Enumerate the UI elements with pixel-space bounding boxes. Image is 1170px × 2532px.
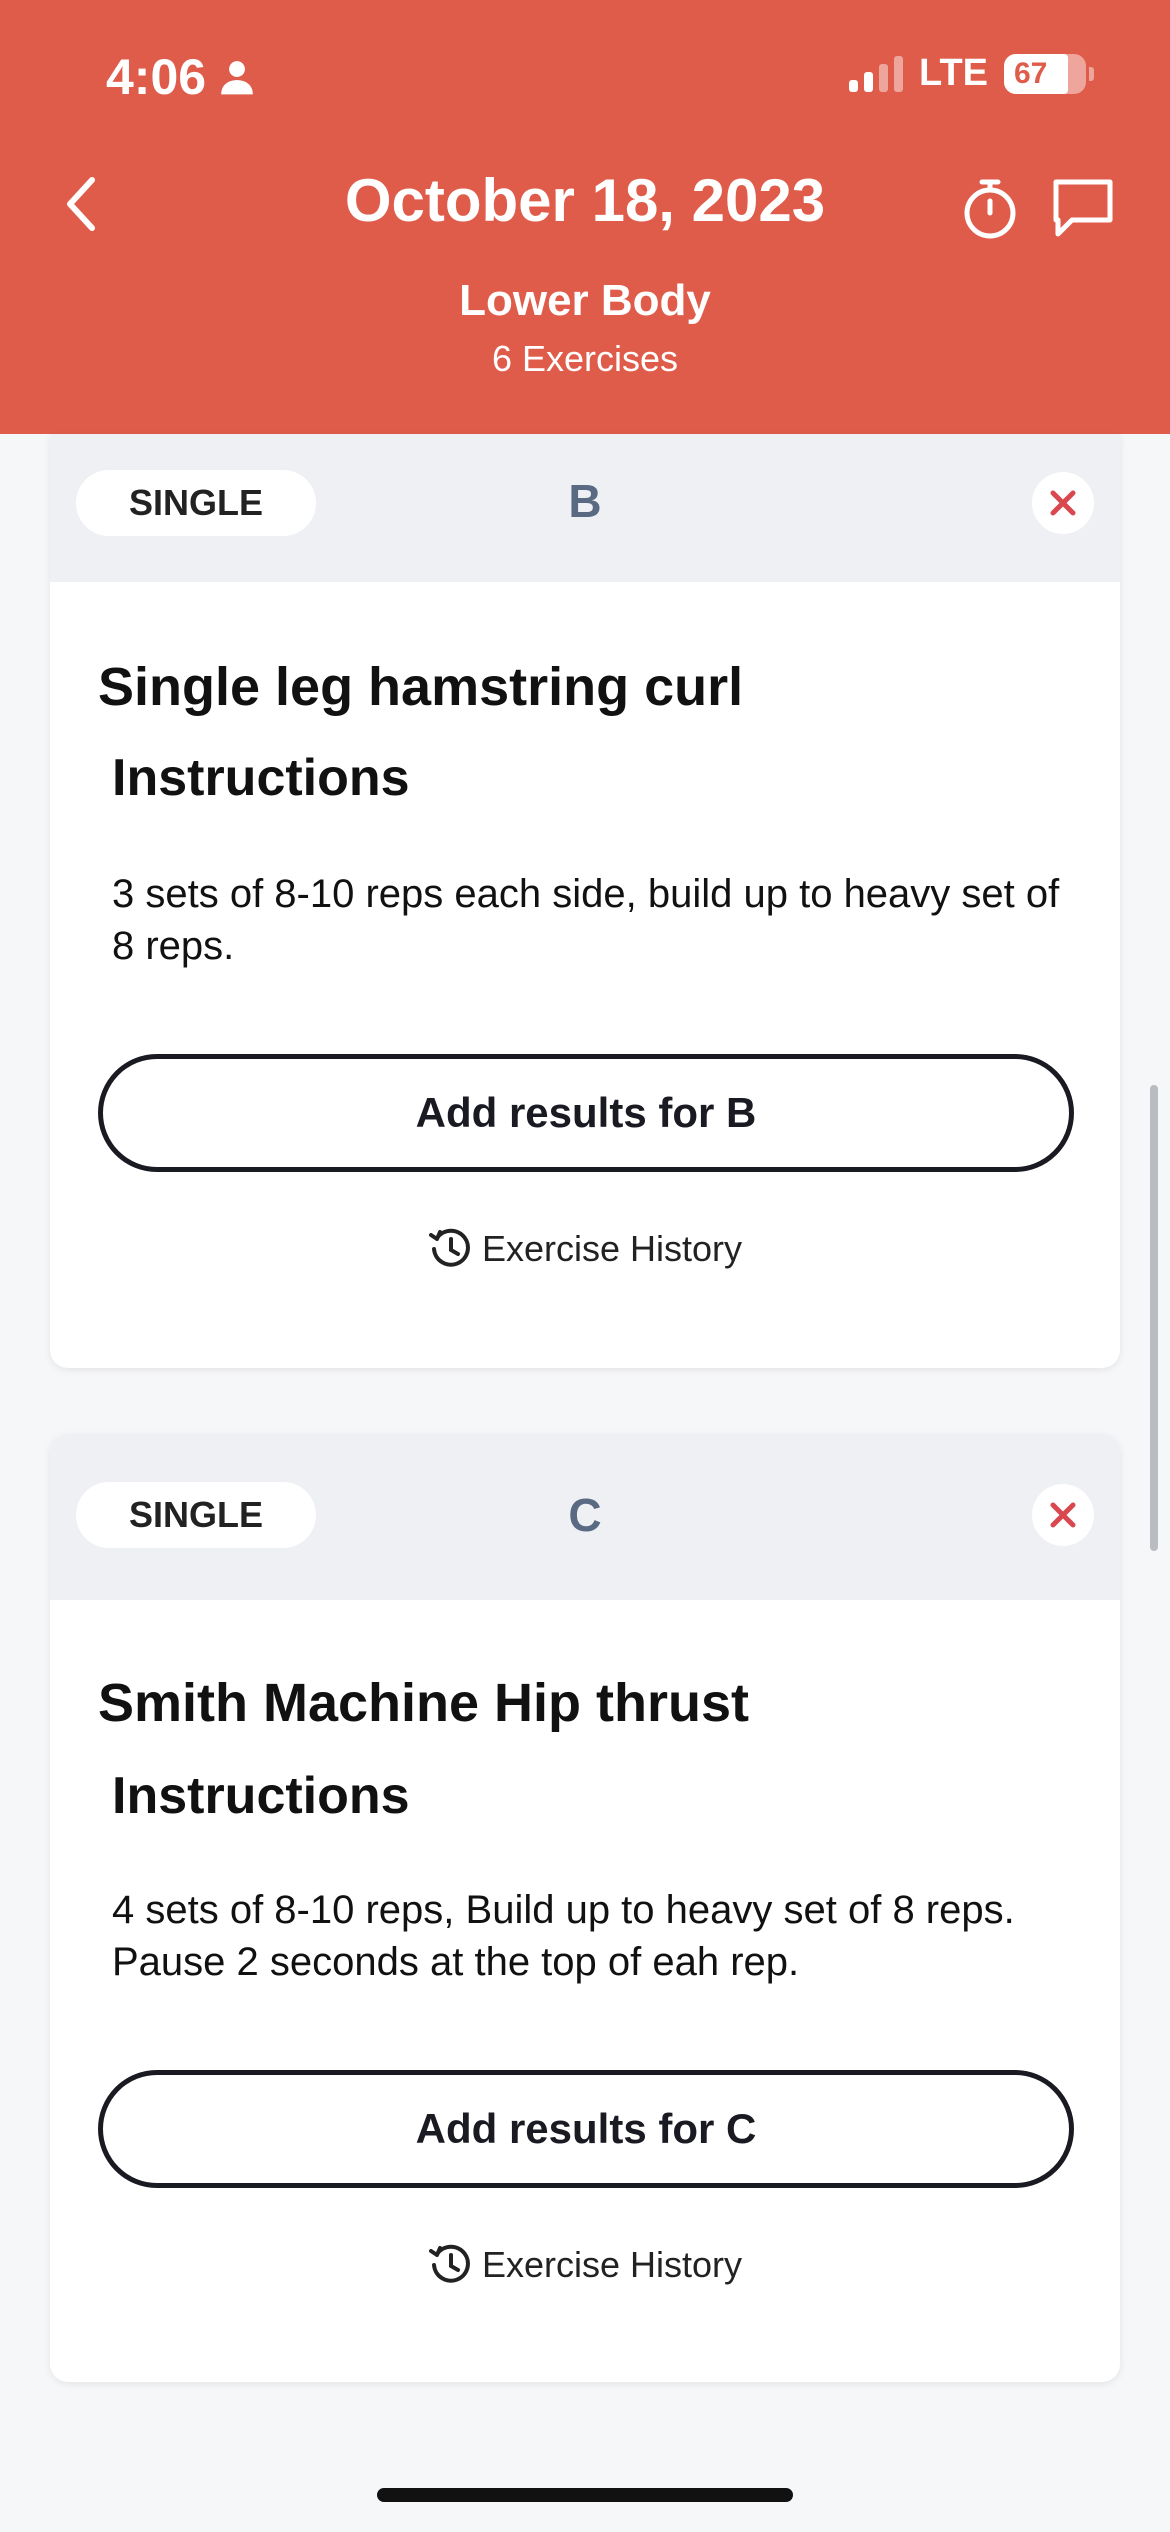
history-icon [428, 2244, 470, 2283]
status-bar-time: 4:06 [106, 48, 256, 106]
instructions-text: 3 sets of 8-10 reps each side, build up … [112, 872, 1060, 968]
exercise-name: Single leg hamstring curl [98, 657, 744, 717]
exercise-name: Smith Machine Hip thrust [98, 1673, 750, 1733]
instructions-text: 4 sets of 8-10 reps, Build up to heavy s… [112, 1888, 1015, 1984]
exercise-history-link[interactable]: Exercise History [50, 2242, 1120, 2288]
exercise-history-link[interactable]: Exercise History [50, 1226, 1120, 1272]
battery-percent: 67 [1014, 56, 1048, 90]
exercise-count: 6 Exercises [491, 338, 679, 379]
status-bar-indicators: LTE 67 [849, 52, 1094, 95]
add-results-button[interactable]: Add results for B [98, 1054, 1074, 1172]
exercise-card-b: SINGLE B Single leg hamstring curl Instr… [50, 434, 1120, 1368]
battery-icon: 67 [1004, 53, 1094, 94]
exercise-history-label: Exercise History [481, 1228, 743, 1269]
scrollbar[interactable] [1150, 1085, 1158, 1551]
instructions-heading: Instructions [112, 749, 410, 807]
chat-bubble-icon [1053, 179, 1113, 237]
workout-name: Lower Body [459, 276, 711, 325]
stopwatch-icon [964, 179, 1016, 239]
person-icon [221, 61, 253, 95]
remove-exercise-button[interactable] [1032, 472, 1094, 534]
card-header: SINGLE C [50, 1434, 1120, 1600]
instructions-heading: Instructions [112, 1767, 410, 1825]
close-icon [1050, 490, 1076, 516]
exercise-card-c: SINGLE C Smith Machine Hip thrust Instru… [50, 1434, 1120, 2382]
home-indicator[interactable] [377, 2488, 793, 2502]
card-header: SINGLE B [50, 434, 1120, 582]
timer-button[interactable] [958, 176, 1022, 240]
exercise-history-label: Exercise History [481, 2244, 743, 2285]
close-icon [1050, 1502, 1076, 1528]
signal-icon [849, 55, 904, 92]
chat-button[interactable] [1050, 176, 1120, 240]
exercise-letter: B [568, 475, 602, 527]
clock-text: 4:06 [106, 49, 207, 105]
remove-exercise-button[interactable] [1032, 1484, 1094, 1546]
app-header: 4:06 LTE 67 October 18, 2023 Lower Body … [0, 0, 1170, 434]
add-results-button[interactable]: Add results for C [98, 2070, 1074, 2188]
exercise-letter: C [568, 1489, 602, 1541]
network-type: LTE [919, 52, 988, 94]
history-icon [428, 1228, 470, 1267]
